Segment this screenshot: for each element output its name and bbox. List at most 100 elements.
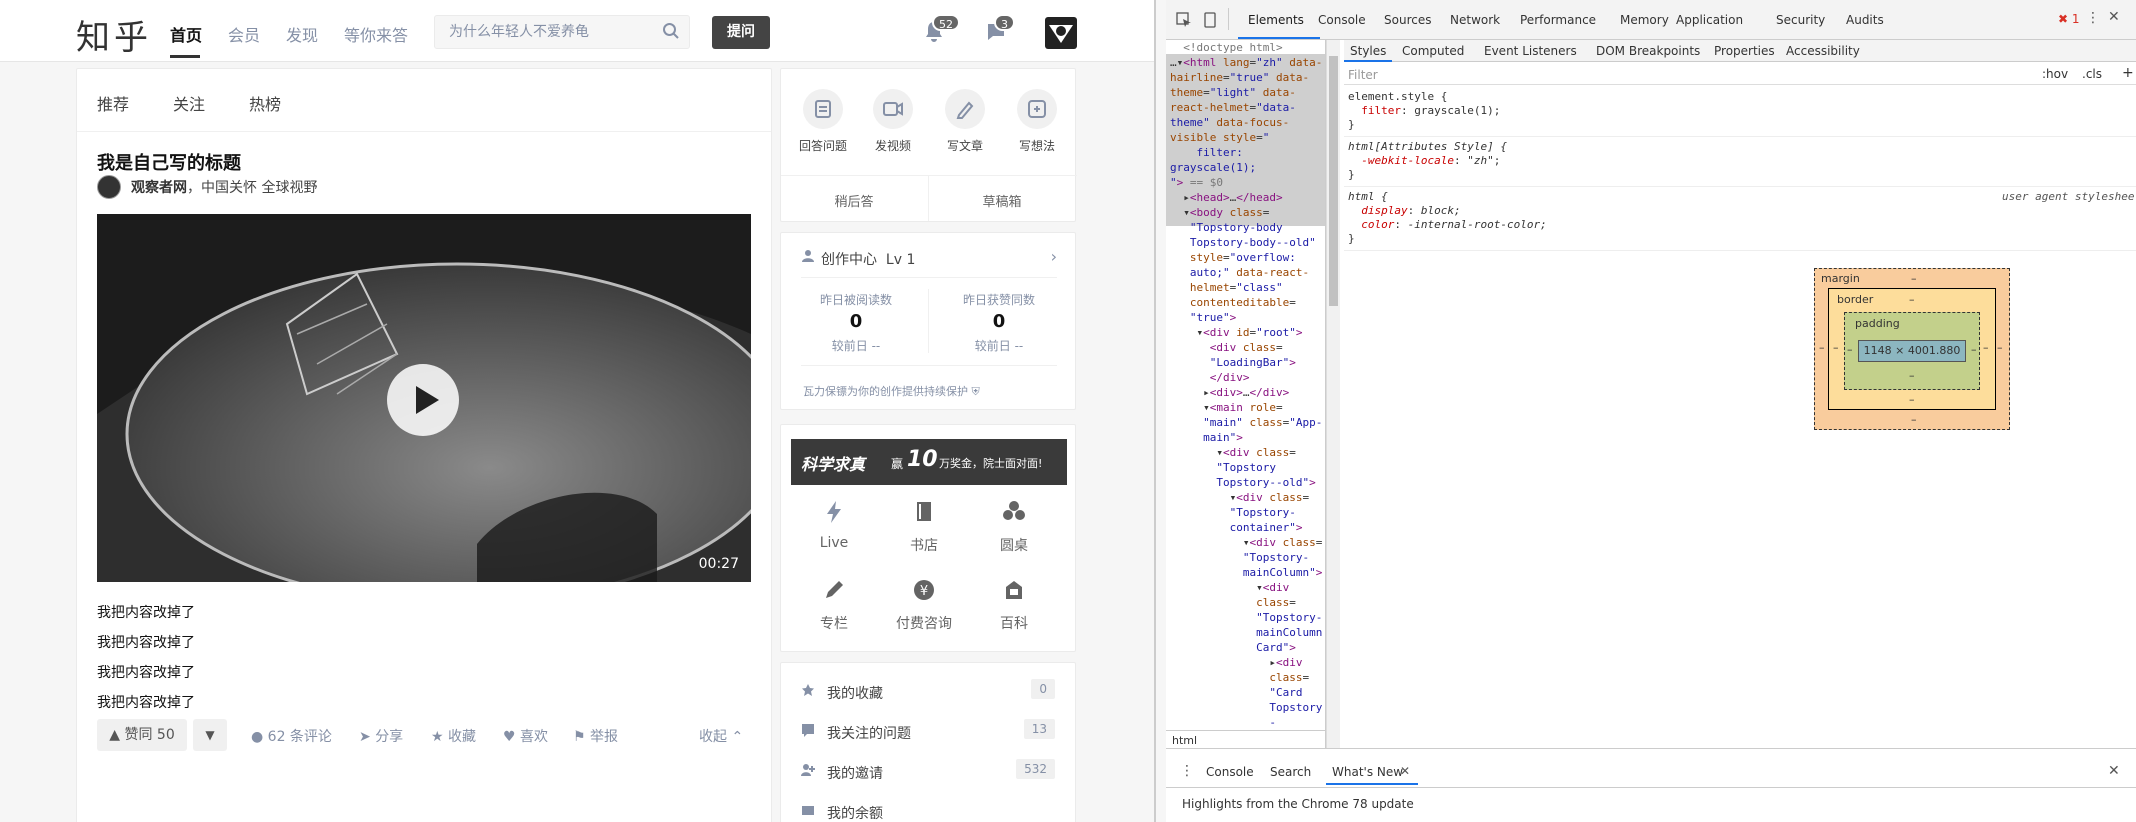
article-title[interactable]: 我是自己写的标题 <box>97 149 241 175</box>
chevron-right-icon[interactable]: › <box>1051 247 1057 266</box>
grid-bookstore[interactable]: 书店 <box>889 535 959 555</box>
subtab-computed[interactable]: Computed <box>1402 44 1464 58</box>
upvote-button[interactable]: ▲ 赞同 50 <box>97 719 187 751</box>
author-name[interactable]: 观察者网 <box>131 180 187 196</box>
drawer-tab-search[interactable]: Search <box>1270 765 1311 779</box>
creator-title[interactable]: 创作中心 Lv 1 <box>821 249 915 269</box>
card-node[interactable]: ▾<div <box>1170 580 1289 595</box>
doctype-node[interactable]: <!doctype html> <box>1170 40 1282 55</box>
tab-sources[interactable]: Sources <box>1384 13 1431 27</box>
container-node[interactable]: ▾<div class= <box>1170 490 1310 505</box>
elements-tree[interactable]: <!doctype html> …▾<html lang="zh" data- … <box>1166 40 1326 748</box>
answer-icon[interactable] <box>803 89 843 129</box>
tab-network[interactable]: Network <box>1450 13 1500 27</box>
search-icon[interactable] <box>662 22 680 40</box>
html-node[interactable]: …▾<html lang="zh" data- <box>1170 55 1322 70</box>
subtab-event-listeners[interactable]: Event Listeners <box>1484 44 1577 58</box>
grid-column[interactable]: 专栏 <box>799 613 869 633</box>
nav-home[interactable]: 首页 <box>170 22 202 46</box>
tab-console[interactable]: Console <box>1318 13 1366 27</box>
div-node[interactable]: ▸<div>…</div> <box>1170 385 1289 400</box>
downvote-button[interactable]: ▼ <box>193 719 227 751</box>
play-button[interactable] <box>387 364 459 436</box>
menu-invitations[interactable]: 我的邀请 532 <box>781 751 1077 791</box>
grid-live[interactable]: Live <box>799 535 869 551</box>
hov-toggle[interactable]: :hov <box>2042 67 2068 81</box>
close-tab-icon[interactable]: ✕ <box>1400 764 1410 778</box>
avatar[interactable] <box>1045 17 1077 49</box>
inner-card-node[interactable]: ▸<div <box>1170 655 1302 670</box>
nav-discover[interactable]: 发现 <box>286 22 318 46</box>
device-toggle-icon[interactable] <box>1202 12 1218 28</box>
tab-recommend[interactable]: 推荐 <box>97 91 129 115</box>
subtab-dom-breakpoints[interactable]: DOM Breakpoints <box>1596 44 1700 58</box>
later-button[interactable]: 稍后答 <box>819 191 889 210</box>
nav-waiting[interactable]: 等你来答 <box>344 22 408 46</box>
element-style-rule[interactable]: element.style { filter: grayscale(1); } <box>1348 90 1500 132</box>
tab-performance[interactable]: Performance <box>1520 13 1596 27</box>
share-button[interactable]: ➤ 分享 <box>359 726 403 746</box>
comments-button[interactable]: ● 62 条评论 <box>251 726 332 746</box>
drawer-tab-whats-new[interactable]: What's New <box>1332 765 1403 779</box>
idea-icon[interactable] <box>1017 89 1057 129</box>
video-player[interactable]: 00:27 <box>97 214 751 582</box>
tab-elements[interactable]: Elements <box>1248 13 1304 27</box>
tab-application[interactable]: Application <box>1676 13 1743 27</box>
tab-hot[interactable]: 热榜 <box>249 91 281 115</box>
ask-button[interactable]: 提问 <box>712 16 770 49</box>
create-video[interactable]: 发视频 <box>858 137 928 154</box>
video-icon[interactable] <box>873 89 913 129</box>
tab-audits[interactable]: Audits <box>1846 13 1884 27</box>
breadcrumb[interactable]: html <box>1166 730 1325 748</box>
drawer-menu-icon[interactable]: ⋮ <box>1180 763 1194 779</box>
grid-encyclopedia[interactable]: 百科 <box>979 613 1049 633</box>
head-node[interactable]: ▸<head>…</head> <box>1170 190 1282 205</box>
maincolumn-node[interactable]: ▾<div class= <box>1170 535 1323 550</box>
elements-scrollbar[interactable] <box>1326 40 1340 748</box>
like-button[interactable]: ♥ 喜欢 <box>503 726 548 746</box>
loadingbar-node[interactable]: <div class= <box>1170 340 1283 355</box>
topstory-node[interactable]: ▾<div class= <box>1170 445 1296 460</box>
pen-icon[interactable] <box>945 89 985 129</box>
grid-roundtable[interactable]: 圆桌 <box>979 535 1049 555</box>
menu-favorites[interactable]: 我的收藏 0 <box>781 671 1077 711</box>
subtab-properties[interactable]: Properties <box>1714 44 1775 58</box>
tab-security[interactable]: Security <box>1776 13 1825 27</box>
main-node[interactable]: ▾<main role= <box>1170 400 1283 415</box>
collapse-button[interactable]: 收起 ⌃ <box>699 726 743 746</box>
subtab-styles[interactable]: Styles <box>1350 44 1386 58</box>
drawer-close-icon[interactable]: ✕ <box>2108 763 2120 779</box>
error-counter[interactable]: ✖ 1 <box>2058 12 2080 26</box>
border-right: – <box>1983 341 1989 354</box>
zhihu-logo[interactable]: 知乎 <box>76 10 152 59</box>
styles-filter-input[interactable]: Filter :hov .cls + <box>1344 63 2136 85</box>
root-node[interactable]: ▾<div id="root"> <box>1170 325 1302 340</box>
tab-follow[interactable]: 关注 <box>173 91 205 115</box>
create-article[interactable]: 写文章 <box>930 137 1000 154</box>
scroll-thumb[interactable] <box>1329 56 1338 306</box>
banner-ad[interactable]: 科学求真 赢 10 万奖金，院士面对面! <box>791 439 1067 485</box>
attributes-style-rule[interactable]: html[Attributes Style] { -webkit-locale:… <box>1348 140 1507 182</box>
search-input[interactable]: 为什么年轻人不爱养龟 <box>434 15 690 49</box>
menu-balance[interactable]: 我的余额 <box>781 791 1077 822</box>
tab-memory[interactable]: Memory <box>1620 13 1669 27</box>
body-node[interactable]: ▾<body class= <box>1170 205 1269 220</box>
author-avatar[interactable] <box>97 175 121 199</box>
drawer-tab-console[interactable]: Console <box>1206 765 1254 779</box>
create-answer[interactable]: 回答问题 <box>788 137 858 154</box>
close-icon[interactable]: ✕ <box>2108 9 2120 25</box>
ua-style-rule[interactable]: html { display: block; color: -internal-… <box>1348 190 1547 246</box>
plus-icon[interactable]: + <box>2122 65 2134 81</box>
nav-vip[interactable]: 会员 <box>228 22 260 46</box>
subtab-accessibility[interactable]: Accessibility <box>1786 44 1860 58</box>
inspect-icon[interactable] <box>1176 12 1192 28</box>
more-options-icon[interactable]: ⋮ <box>2086 10 2100 26</box>
create-idea[interactable]: 写想法 <box>1002 137 1072 154</box>
menu-followed-questions[interactable]: 我关注的问题 13 <box>781 711 1077 751</box>
protect-text[interactable]: 瓦力保镖为你的创作提供持续保护 ⛨ <box>803 383 980 399</box>
grid-paid-consult[interactable]: 付费咨询 <box>889 613 959 633</box>
cls-toggle[interactable]: .cls <box>2082 67 2102 81</box>
drafts-button[interactable]: 草稿箱 <box>967 191 1037 210</box>
collect-button[interactable]: ★ 收藏 <box>431 726 476 746</box>
report-button[interactable]: ⚑ 举报 <box>573 726 618 746</box>
